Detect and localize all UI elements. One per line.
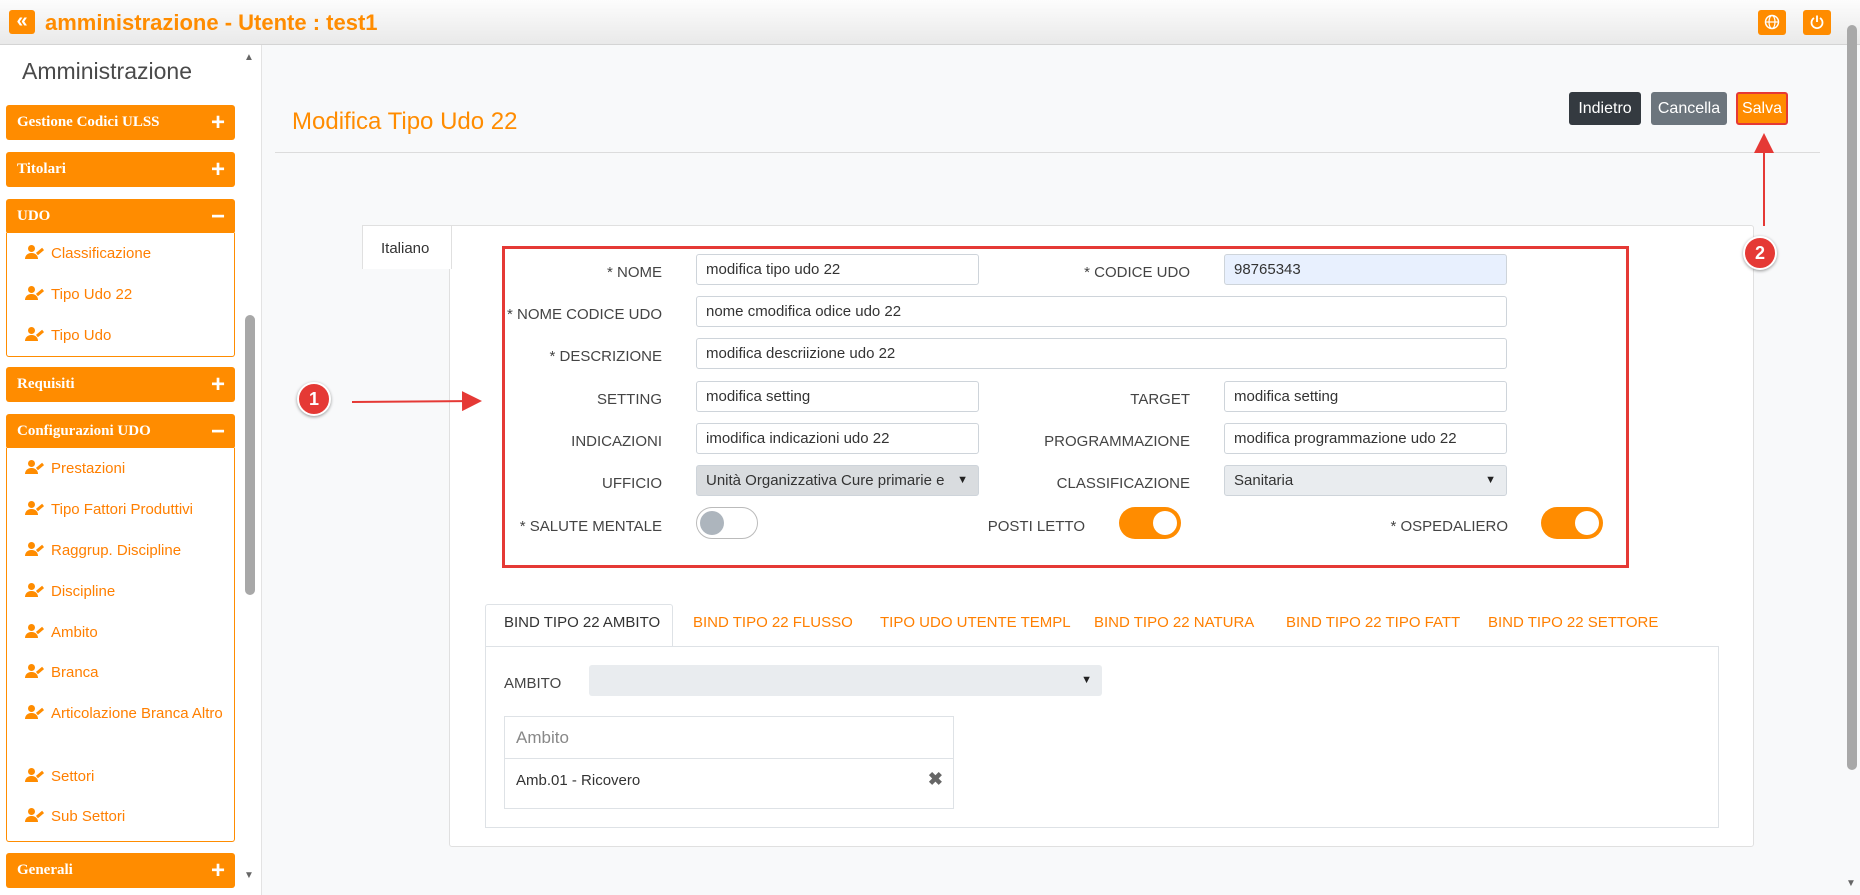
- annotation-badge-2: 2: [1743, 236, 1777, 270]
- annotation-arrows: [351, 133, 1774, 412]
- annotation-badge-1: 1: [297, 382, 331, 416]
